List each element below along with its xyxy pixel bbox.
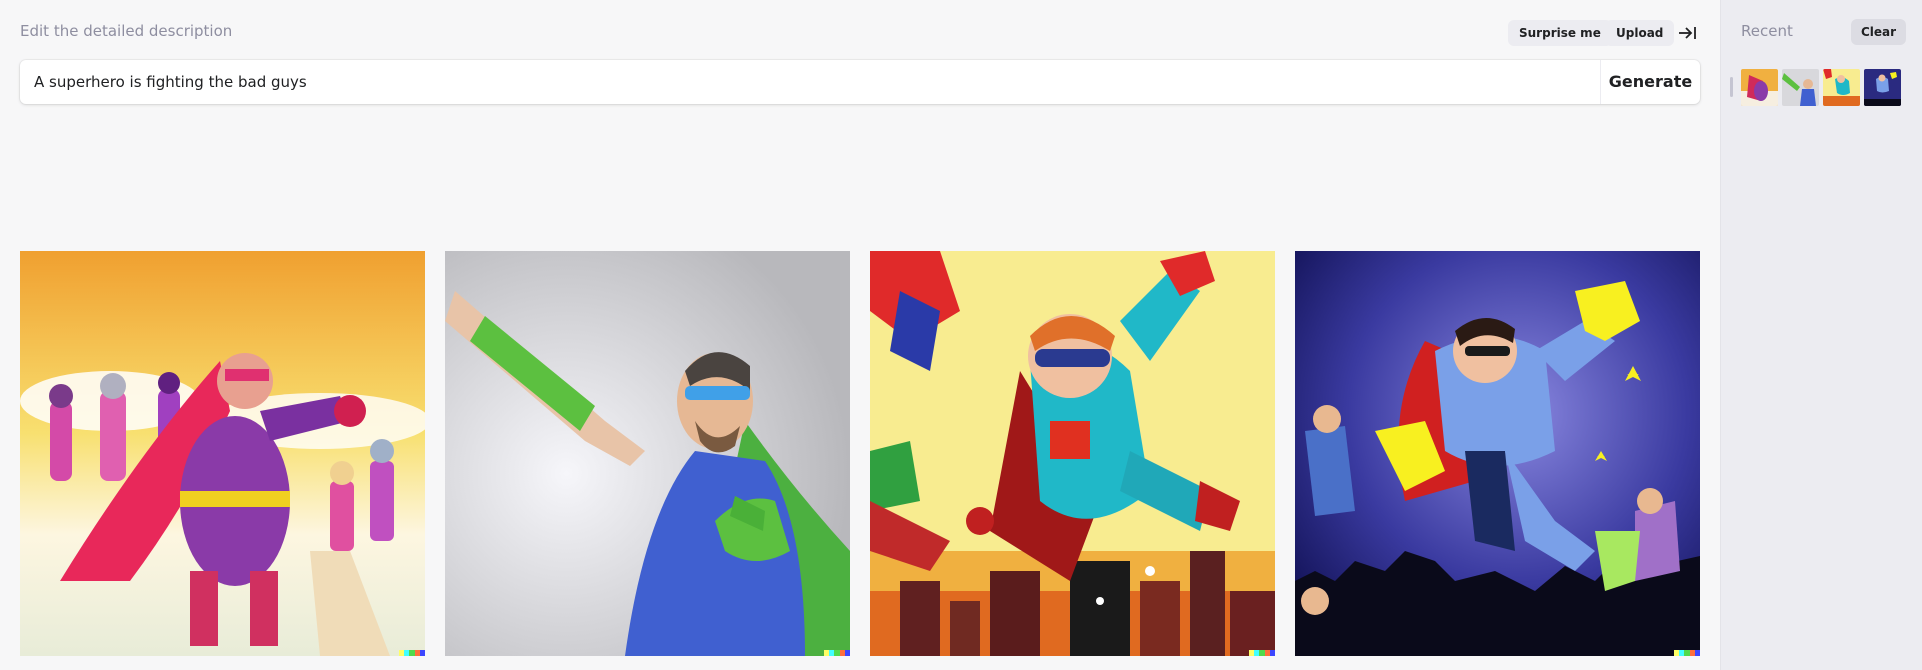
recent-thumbnail-3[interactable] [1823, 69, 1860, 106]
recent-thumbnail-2[interactable] [1782, 69, 1819, 106]
surprise-me-button[interactable]: Surprise me [1508, 20, 1612, 46]
result-image-1[interactable] [20, 251, 425, 656]
result-image-3[interactable] [870, 251, 1275, 656]
signature-color-bar [399, 650, 425, 656]
upload-button[interactable]: Upload [1605, 20, 1675, 46]
signature-color-bar [1674, 650, 1700, 656]
main-panel: Edit the detailed description Surprise m… [0, 0, 1720, 670]
clear-button[interactable]: Clear [1851, 19, 1907, 45]
signature-color-bar [824, 650, 850, 656]
recent-sidebar: Recent Clear [1720, 0, 1922, 670]
signature-color-bar [1249, 650, 1275, 656]
recent-thumbnail-1[interactable] [1741, 69, 1778, 106]
scroll-handle[interactable] [1730, 77, 1733, 97]
prompt-instruction: Edit the detailed description [20, 22, 233, 40]
recent-thumbnail-4[interactable] [1864, 69, 1901, 106]
arrow-to-right-icon[interactable] [1676, 22, 1698, 44]
result-image-2[interactable] [445, 251, 850, 656]
result-image-4[interactable] [1295, 251, 1700, 656]
recent-label: Recent [1741, 22, 1793, 40]
prompt-input[interactable]: A superhero is fighting the bad guys [34, 60, 307, 104]
prompt-input-container[interactable]: A superhero is fighting the bad guys Gen… [20, 60, 1700, 104]
generate-button[interactable]: Generate [1601, 60, 1700, 104]
